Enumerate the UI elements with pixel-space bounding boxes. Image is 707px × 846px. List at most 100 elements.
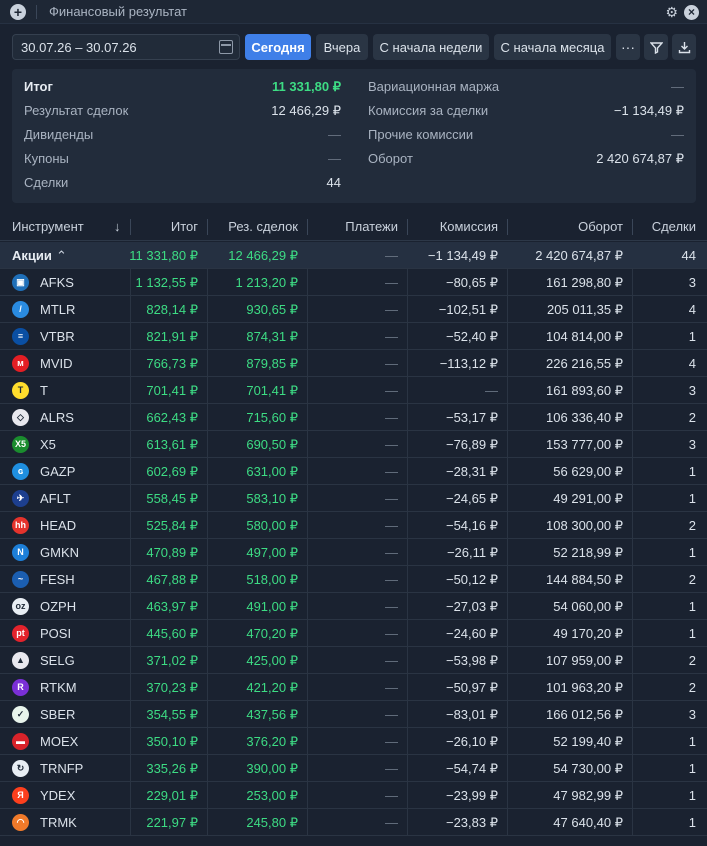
month-to-date-button[interactable]: С начала месяца xyxy=(494,34,611,60)
cell-divider xyxy=(307,485,308,512)
cell-commission: −27,03 ₽ xyxy=(445,599,498,614)
summary-panel: Итог 11 331,80 ₽ Результат сделок 12 466… xyxy=(12,69,696,203)
cell-deals: 1 xyxy=(688,545,696,560)
cell-commission: −54,16 ₽ xyxy=(445,518,498,533)
cell-commission: −50,97 ₽ xyxy=(445,680,498,695)
cell-divider xyxy=(207,296,208,323)
table-row[interactable]: ▬ MOEX 350,10 ₽ 376,20 ₽ — −26,10 ₽ 52 199,40 … xyxy=(0,728,707,755)
cell-deals-result: 253,00 ₽ xyxy=(246,788,298,803)
cell-divider xyxy=(130,485,131,512)
cell-divider xyxy=(507,755,508,782)
col-payments-header[interactable]: Платежи xyxy=(345,213,398,241)
cell-divider xyxy=(307,782,308,809)
instrument-logo-icon: ~ xyxy=(12,571,29,588)
instrument-ticker: AFKS xyxy=(40,275,74,290)
header-divider xyxy=(407,219,408,235)
table-row[interactable]: R RTKM 370,23 ₽ 421,20 ₽ — −50,97 ₽ 101 963,20… xyxy=(0,674,707,701)
table-row[interactable]: ✈ AFLT 558,45 ₽ 583,10 ₽ — −24,65 ₽ 49 291,00 … xyxy=(0,485,707,512)
cell-divider xyxy=(507,620,508,647)
cell-divider xyxy=(407,539,408,566)
gear-icon[interactable]: ⚙ xyxy=(665,4,678,20)
cell-divider xyxy=(130,728,131,755)
cell-divider xyxy=(207,431,208,458)
table-row[interactable]: ↻ TRNFP 335,26 ₽ 390,00 ₽ — −54,74 ₽ 54 730,00… xyxy=(0,755,707,782)
table-row[interactable]: ɢ GAZP 602,69 ₽ 631,00 ₽ — −28,31 ₽ 56 629,00 … xyxy=(0,458,707,485)
instrument-ticker: ALRS xyxy=(40,410,74,425)
table-row[interactable]: ◇ ALRS 662,43 ₽ 715,60 ₽ — −53,17 ₽ 106 336,40… xyxy=(0,404,707,431)
filter-icon[interactable] xyxy=(644,34,668,60)
cell-divider xyxy=(307,458,308,485)
cell-deals-result: 497,00 ₽ xyxy=(246,545,298,560)
table-row[interactable]: ~ FESH 467,88 ₽ 518,00 ₽ — −50,12 ₽ 144 884,50… xyxy=(0,566,707,593)
cell-total: 467,88 ₽ xyxy=(146,572,198,587)
cell-turnover: 101 963,20 ₽ xyxy=(546,680,623,695)
add-widget-icon[interactable]: + xyxy=(10,3,26,20)
cell-divider xyxy=(632,755,633,782)
table-row[interactable]: T T 701,41 ₽ 701,41 ₽ — — 161 893,60 ₽ 3 xyxy=(0,377,707,404)
table-row[interactable]: ≡ VTBR 821,91 ₽ 874,31 ₽ — −52,40 ₽ 104 814,00… xyxy=(0,323,707,350)
download-icon[interactable] xyxy=(672,34,696,60)
yesterday-button[interactable]: Вчера xyxy=(316,34,368,60)
week-to-date-button[interactable]: С начала недели xyxy=(373,34,489,60)
table-row[interactable]: ◠ TRMK 221,97 ₽ 245,80 ₽ — −23,83 ₽ 47 640,40 … xyxy=(0,809,707,836)
date-range-input[interactable]: 30.07.26 – 30.07.26 xyxy=(12,34,240,60)
table-row[interactable]: N GMKN 470,89 ₽ 497,00 ₽ — −26,11 ₽ 52 218,99 … xyxy=(0,539,707,566)
cell-divider xyxy=(632,809,633,836)
close-icon[interactable]: × xyxy=(684,4,699,20)
table-row[interactable]: ▲ SELG 371,02 ₽ 425,00 ₽ — −53,98 ₽ 107 959,00… xyxy=(0,647,707,674)
cell-payments: — xyxy=(385,329,398,344)
table-row[interactable]: X5 X5 613,61 ₽ 690,50 ₽ — −76,89 ₽ 153 777,00 … xyxy=(0,431,707,458)
cell-divider xyxy=(307,269,308,296)
cell-commission: — xyxy=(485,383,498,398)
table-row[interactable]: pt POSI 445,60 ₽ 470,20 ₽ — −24,60 ₽ 49 170,20… xyxy=(0,620,707,647)
cell-commission: −53,98 ₽ xyxy=(445,653,498,668)
cell-total: 1 132,55 ₽ xyxy=(135,275,199,290)
cell-turnover: 104 814,00 ₽ xyxy=(546,329,623,344)
chevron-up-icon[interactable]: ⌃ xyxy=(56,242,67,269)
cell-divider xyxy=(207,458,208,485)
table-row[interactable]: ✓ SBER 354,55 ₽ 437,56 ₽ — −83,01 ₽ 166 012,56… xyxy=(0,701,707,728)
cell-deals: 1 xyxy=(688,599,696,614)
group-turnover: 2 420 674,87 ₽ xyxy=(535,248,623,263)
cell-divider xyxy=(207,566,208,593)
group-row-stocks[interactable]: Акции ⌃ 11 331,80 ₽ 12 466,29 ₽ — −1 134… xyxy=(0,242,707,269)
table-row[interactable]: Я YDEX 229,01 ₽ 253,00 ₽ — −23,99 ₽ 47 982,99 … xyxy=(0,782,707,809)
cell-divider xyxy=(207,728,208,755)
cell-divider xyxy=(307,647,308,674)
sort-desc-icon[interactable]: ↓ xyxy=(114,213,121,241)
table-row[interactable]: oz OZPH 463,97 ₽ 491,00 ₽ — −27,03 ₽ 54 060,00… xyxy=(0,593,707,620)
table-row[interactable]: hh HEAD 525,84 ₽ 580,00 ₽ — −54,16 ₽ 108 300,0… xyxy=(0,512,707,539)
today-button[interactable]: Сегодня xyxy=(245,34,311,60)
cell-turnover: 52 218,99 ₽ xyxy=(553,545,623,560)
cell-total: 350,10 ₽ xyxy=(146,734,198,749)
summary-dividends-label: Дивиденды xyxy=(24,127,94,142)
col-turnover-header[interactable]: Оборот xyxy=(578,213,623,241)
col-total-header[interactable]: Итог xyxy=(171,213,198,241)
cell-divider xyxy=(130,431,131,458)
window-titlebar: + Финансовый результат ⚙ × xyxy=(0,0,707,24)
table-row[interactable]: / MTLR 828,14 ₽ 930,65 ₽ — −102,51 ₽ 205 011,3… xyxy=(0,296,707,323)
col-deals-result-header[interactable]: Рез. сделок xyxy=(228,213,298,241)
calendar-icon[interactable] xyxy=(219,40,233,54)
table-row[interactable]: ▣ AFKS 1 132,55 ₽ 1 213,20 ₽ — −80,65 ₽ 161 29… xyxy=(0,269,707,296)
col-commission-header[interactable]: Комиссия xyxy=(440,213,498,241)
cell-payments: — xyxy=(385,626,398,641)
table-row[interactable]: м MVID 766,73 ₽ 879,85 ₽ — −113,12 ₽ 226 216,5… xyxy=(0,350,707,377)
instrument-logo-icon: ↻ xyxy=(12,760,29,777)
cell-deals-result: 930,65 ₽ xyxy=(246,302,298,317)
more-options-button[interactable]: ··· xyxy=(616,34,640,60)
col-deals-header[interactable]: Сделки xyxy=(652,213,696,241)
cell-divider xyxy=(130,512,131,539)
cell-divider xyxy=(507,350,508,377)
cell-divider xyxy=(507,566,508,593)
cell-deals: 2 xyxy=(688,410,696,425)
cell-divider xyxy=(407,512,408,539)
header-divider xyxy=(307,219,308,235)
cell-divider xyxy=(632,296,633,323)
cell-divider xyxy=(130,269,131,296)
col-instrument-header[interactable]: Инструмент xyxy=(12,213,84,241)
cell-deals: 3 xyxy=(688,275,696,290)
cell-divider xyxy=(507,458,508,485)
instrument-ticker: POSI xyxy=(40,626,72,641)
header-divider xyxy=(130,219,131,235)
